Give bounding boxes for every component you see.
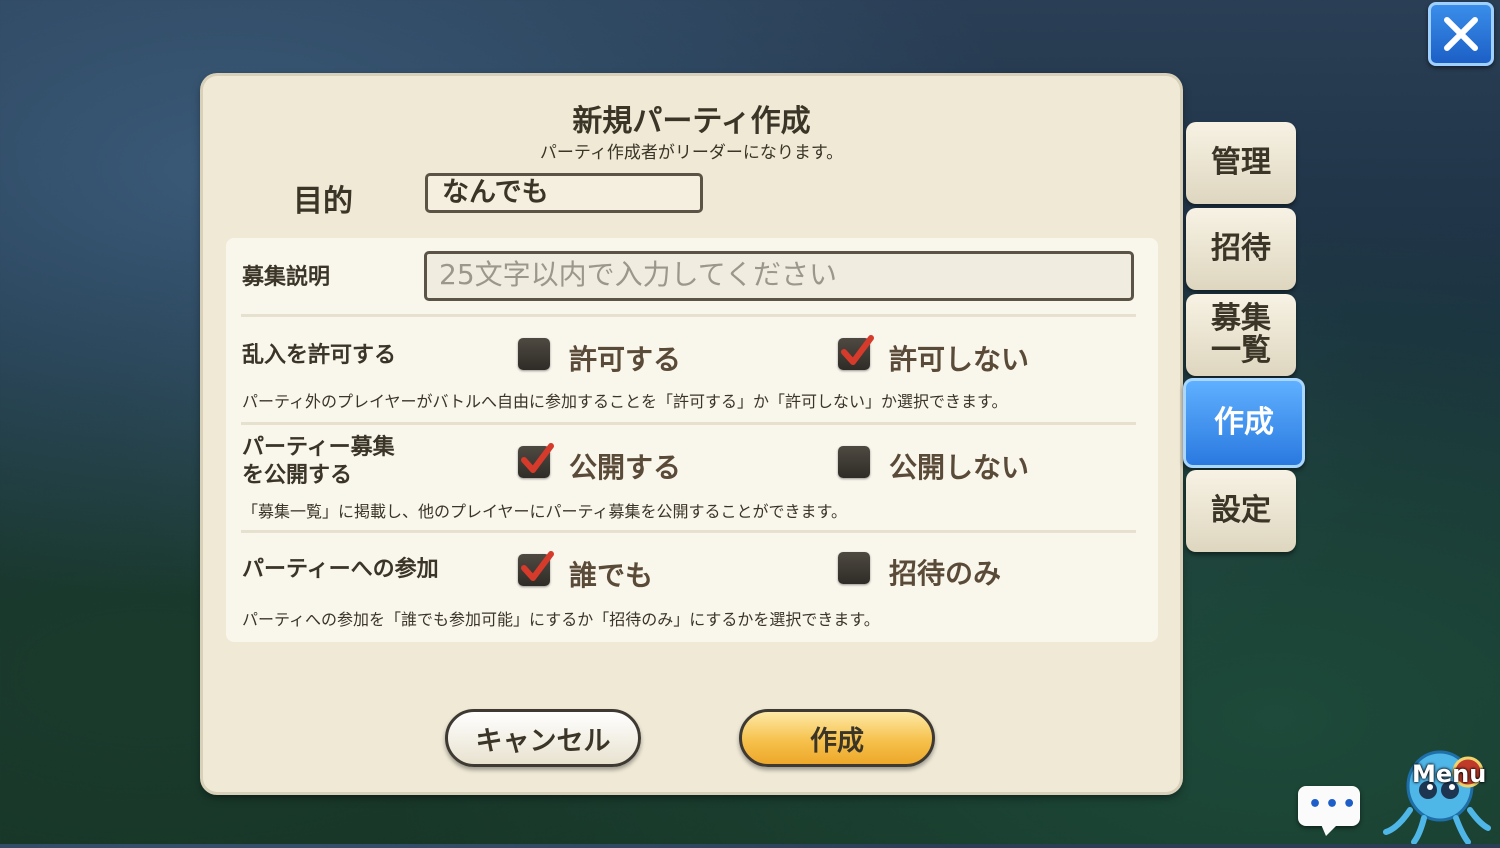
dialog-subtitle: パーティ作成者がリーダーになります。 — [539, 143, 844, 163]
description-input[interactable]: 25文字以内で入力してください — [424, 251, 1134, 301]
intrusion-label: 乱入を許可する — [242, 343, 397, 368]
publish-label-line1: パーティー募集 — [242, 435, 395, 460]
cancel-button[interactable]: キャンセル — [445, 709, 641, 767]
join-anyone-checkbox[interactable] — [518, 551, 554, 586]
menu-button[interactable]: Menu — [1380, 738, 1492, 845]
mascot-icon — [1383, 750, 1491, 845]
speech-bubble-tail-icon — [1320, 822, 1340, 836]
party-create-dialog: 新規パーティ作成 パーティ作成者がリーダーになります。 目的 なんでも 募集説明… — [203, 76, 1180, 792]
publish-help: 「募集一覧」に掲載し、他のプレイヤーにパーティ募集を公開することができます。 — [242, 502, 847, 521]
purpose-label: 目的 — [293, 184, 353, 219]
check-icon — [841, 335, 874, 365]
tab-recruit-list-line1: 募集 — [1211, 301, 1271, 336]
join-invite-checkbox[interactable] — [838, 552, 870, 584]
intrusion-deny-checkbox[interactable] — [838, 335, 874, 370]
chat-dots-icon: ••• — [1308, 792, 1360, 817]
tab-recruit-list-line2: 一覧 — [1211, 333, 1271, 368]
menu-label: Menu — [1412, 760, 1487, 788]
close-icon — [1444, 17, 1478, 51]
join-help: パーティへの参加を「誰でも参加可能」にするか「招待のみ」にするかを選択できます。 — [242, 610, 880, 629]
divider — [241, 530, 1136, 533]
divider — [241, 314, 1136, 317]
join-label: パーティーへの参加 — [242, 557, 439, 582]
intrusion-help: パーティ外のプレイヤーがバトルへ自由に参加することを「許可する」か「許可しない」… — [242, 392, 1008, 411]
publish-private-label[interactable]: 公開しない — [889, 446, 1029, 486]
publish-label-line2: を公開する — [242, 463, 353, 488]
publish-private-checkbox[interactable] — [838, 446, 870, 478]
publish-public-checkbox[interactable] — [518, 443, 554, 478]
intrusion-allow-checkbox[interactable] — [518, 338, 550, 370]
tab-recruit-list[interactable]: 募集 一覧 — [1186, 294, 1296, 376]
intrusion-allow-label[interactable]: 許可する — [569, 338, 681, 378]
settings-area: 募集説明 25文字以内で入力してください 乱入を許可する 許可する 許可しない … — [226, 238, 1158, 642]
purpose-select[interactable]: なんでも — [425, 173, 703, 213]
dialog-title: 新規パーティ作成 — [572, 104, 811, 139]
chat-button[interactable]: ••• — [1298, 786, 1360, 836]
publish-label: パーティー募集 を公開する — [242, 434, 395, 490]
check-icon — [521, 551, 554, 581]
check-icon — [521, 443, 554, 473]
description-label: 募集説明 — [242, 265, 331, 290]
tab-manage[interactable]: 管理 — [1186, 122, 1296, 204]
tab-invite[interactable]: 招待 — [1186, 208, 1296, 290]
close-button[interactable] — [1428, 2, 1494, 66]
intrusion-deny-label[interactable]: 許可しない — [889, 338, 1029, 378]
join-invite-label[interactable]: 招待のみ — [889, 552, 1001, 592]
create-button[interactable]: 作成 — [739, 709, 935, 767]
tab-settings[interactable]: 設定 — [1186, 470, 1296, 552]
publish-public-label[interactable]: 公開する — [569, 446, 681, 486]
divider — [241, 422, 1136, 425]
join-anyone-label[interactable]: 誰でも — [569, 554, 653, 594]
tab-create[interactable]: 作成 — [1183, 378, 1305, 468]
